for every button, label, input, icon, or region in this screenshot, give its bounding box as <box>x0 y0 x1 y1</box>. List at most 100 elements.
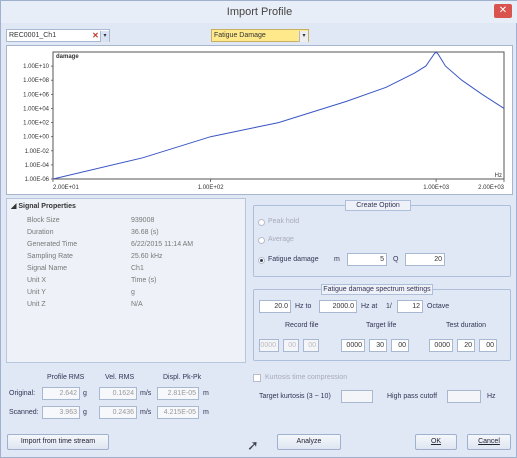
peak-hold-radio[interactable] <box>258 219 265 226</box>
signal-properties-title: Signal Properties <box>18 203 76 210</box>
record-minutes: 00 <box>283 339 299 352</box>
prop-key: Signal Name <box>27 265 68 272</box>
from-hz-input[interactable]: 20.0 <box>259 300 291 313</box>
prop-value: 36.68 (s) <box>131 229 159 236</box>
prop-key: Unit Z <box>27 301 46 308</box>
analyze-button[interactable]: Analyze <box>277 434 341 450</box>
y-tick-label: 1.00E-06 <box>25 177 50 183</box>
m-input[interactable]: 5 <box>347 253 387 266</box>
to-hz-input[interactable]: 2000.0 <box>319 300 357 313</box>
prop-key: Block Size <box>27 217 60 224</box>
prop-value: 939008 <box>131 217 155 224</box>
kurtosis-compression-label: Kurtosis time compression <box>265 374 348 381</box>
unit: m <box>203 409 209 416</box>
target-hours[interactable]: 0000 <box>341 339 365 352</box>
target-seconds[interactable]: 00 <box>391 339 409 352</box>
record-seconds: 00 <box>303 339 319 352</box>
test-hours[interactable]: 0000 <box>429 339 453 352</box>
unit: m/s <box>140 409 152 416</box>
y-tick-label: 1.00E+00 <box>23 135 50 141</box>
prop-row: Duration 36.68 (s) <box>7 229 247 240</box>
unit: m/s <box>140 390 152 397</box>
chevron-down-icon[interactable]: ▾ <box>100 31 109 42</box>
prop-row: Unit X Time (s) <box>7 277 247 288</box>
prop-key: Unit X <box>27 277 47 284</box>
create-option-title: Create Option <box>345 200 411 211</box>
octave-input[interactable]: 12 <box>397 300 423 313</box>
y-tick-label: 1.00E+06 <box>23 92 50 98</box>
spectrum-settings-title: Fatigue damage spectrum settings <box>321 284 433 295</box>
y-tick-label: 1.00E-02 <box>25 149 50 155</box>
profile-rms-header: Profile RMS <box>47 374 85 381</box>
target-kurtosis-label: Target kurtosis (3 ~ 10) <box>259 393 331 400</box>
test-duration-label: Test duration <box>446 322 487 329</box>
unit: g <box>83 390 87 397</box>
prop-row: Block Size 939008 <box>7 217 247 228</box>
hz-label: Hz <box>487 393 496 400</box>
toolbar: REC0001_Ch1 ✕ ▾ Fatigue Damage ▾ <box>1 23 517 45</box>
original-profile-rms: 2.642 <box>42 387 80 400</box>
close-button[interactable]: ✕ <box>494 4 512 18</box>
title-bar: Import Profile ✕ <box>1 1 517 23</box>
chevron-down-icon[interactable]: ▾ <box>299 31 308 42</box>
signal-properties-header[interactable]: ◢ Signal Properties <box>11 202 76 210</box>
high-pass-input <box>447 390 481 403</box>
peak-hold-label: Peak hold <box>268 218 300 225</box>
x-tick-label: 2.00E+03 <box>478 185 505 191</box>
target-kurtosis-input <box>341 390 373 403</box>
scanned-profile-rms: 3.963 <box>42 406 80 419</box>
damage-chart: damage 1.00E+10 1.00E+08 1.00E+06 1.00E+04 1.… <box>6 45 513 195</box>
clear-x-icon[interactable]: ✕ <box>91 31 100 42</box>
damage-type-select[interactable]: Fatigue Damage ▾ <box>211 29 309 42</box>
prop-row: Sampling Rate 25.60 kHz <box>7 253 247 264</box>
y-tick-label: 1.00E+08 <box>23 78 50 84</box>
unit: g <box>83 409 87 416</box>
prop-key: Duration <box>27 229 54 236</box>
close-icon: ✕ <box>498 5 508 16</box>
prop-value: Ch1 <box>131 265 144 272</box>
x-tick-label: 1.00E+02 <box>198 185 225 191</box>
import-profile-window: Import Profile ✕ REC0001_Ch1 ✕ ▾ Fatigue… <box>0 0 517 458</box>
y-tick-label: 1.00E+02 <box>23 121 50 127</box>
fatigue-damage-radio[interactable] <box>258 257 265 264</box>
original-vel-rms: 0.1624 <box>99 387 137 400</box>
prop-value: g <box>131 289 135 296</box>
y-tick-label: 1.00E+04 <box>23 106 50 112</box>
cancel-button[interactable]: Cancel <box>467 434 511 450</box>
prop-value: 6/22/2015 11:14 AM <box>131 241 194 248</box>
prop-value: N/A <box>131 301 143 308</box>
chart-title: damage <box>56 54 79 60</box>
damage-type-value: Fatigue Damage <box>214 32 266 39</box>
scanned-vel-rms: 0.2436 <box>99 406 137 419</box>
scanned-label: Scanned: <box>9 409 39 416</box>
prop-key: Sampling Rate <box>27 253 73 260</box>
target-minutes[interactable]: 30 <box>369 339 387 352</box>
q-input[interactable]: 20 <box>405 253 445 266</box>
displ-header: Displ. Pk-Pk <box>163 374 202 381</box>
test-minutes[interactable]: 20 <box>457 339 475 352</box>
kurtosis-compression-checkbox[interactable] <box>253 374 261 382</box>
record-file-label: Record file <box>285 322 319 329</box>
damage-series-line <box>52 51 505 180</box>
average-radio[interactable] <box>258 237 265 244</box>
channel-select[interactable]: REC0001_Ch1 ✕ ▾ <box>6 29 110 42</box>
prop-key: Unit Y <box>27 289 46 296</box>
ok-button[interactable]: OK <box>415 434 457 450</box>
average-label: Average <box>268 236 294 243</box>
x-tick-label: 2.00E+01 <box>53 185 80 191</box>
fatigue-damage-label: Fatigue damage <box>268 256 319 263</box>
mouse-cursor-icon: ➚ <box>247 437 259 453</box>
vel-rms-header: Vel. RMS <box>105 374 135 381</box>
original-label: Original: <box>9 390 36 397</box>
hz-to-label: Hz to <box>295 303 312 310</box>
prop-key: Generated Time <box>27 241 78 248</box>
m-label: m <box>334 256 340 263</box>
signal-properties-panel: ◢ Signal Properties Block Size 939008 Du… <box>6 198 246 363</box>
one-over-label: 1/ <box>386 303 392 310</box>
y-tick-label: 1.00E-04 <box>25 163 50 169</box>
test-seconds[interactable]: 00 <box>479 339 497 352</box>
hz-at-label: Hz at <box>361 303 378 310</box>
prop-value: 25.60 kHz <box>131 253 163 260</box>
scanned-displ: 4.215E-05 <box>157 406 199 419</box>
import-from-time-stream-button[interactable]: Import from time stream <box>7 434 109 450</box>
